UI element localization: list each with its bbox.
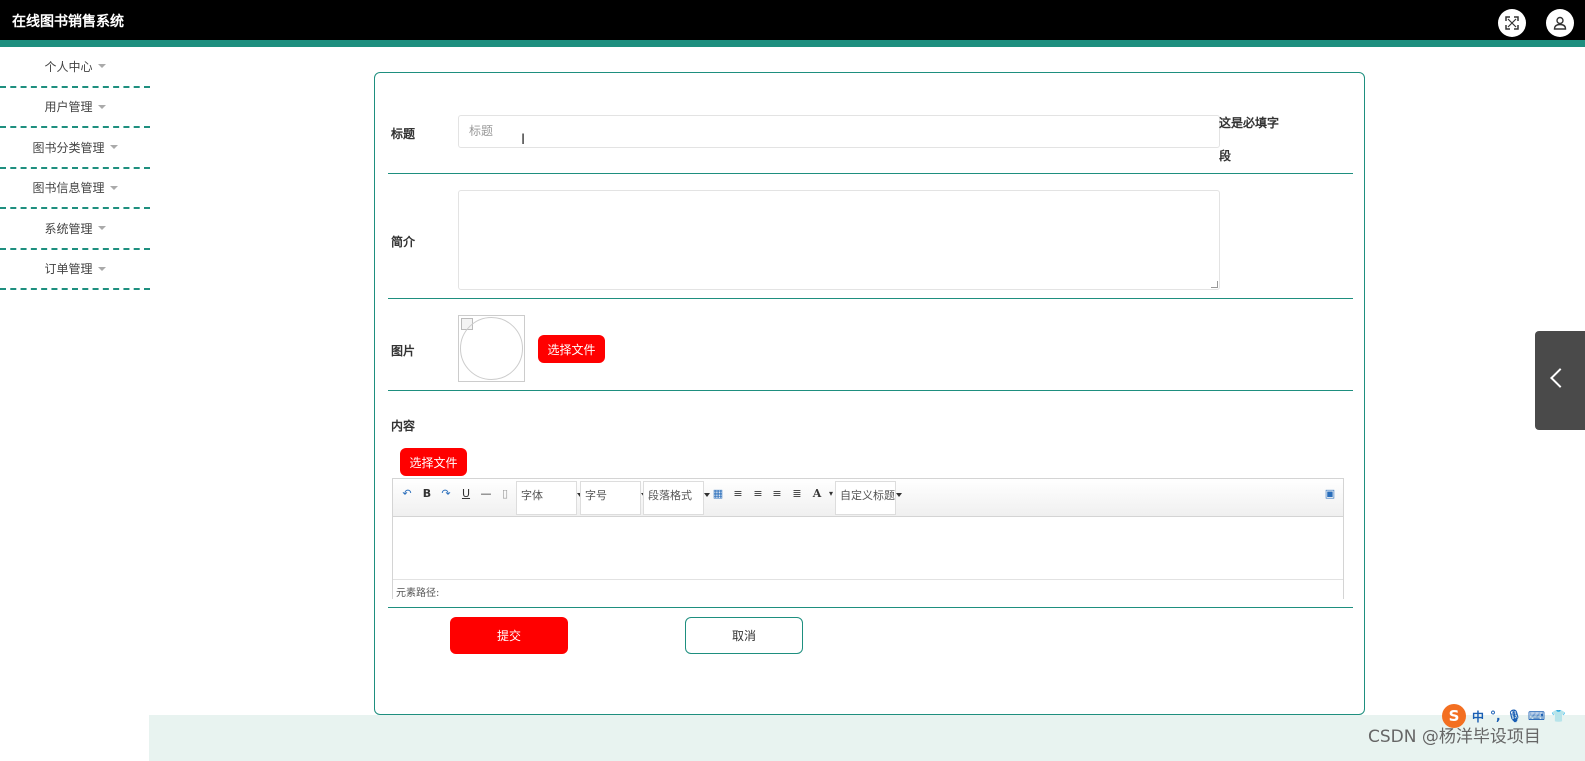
sidebar-item-book-category-management[interactable]: 图书分类管理 [0,128,150,169]
submit-button[interactable]: 提交 [450,617,568,654]
sidebar-item-label: 订单管理 [44,262,93,277]
image-choose-file-button[interactable]: 选择文件 [538,335,605,363]
table-icon[interactable]: ▦ [710,485,726,501]
caret-down-icon [97,266,106,271]
user-icon [1553,16,1567,30]
user-button[interactable] [1546,9,1574,37]
caret-down-icon [97,226,106,231]
sidebar-item-order-management[interactable]: 订单管理 [0,250,150,290]
content-choose-file-button[interactable]: 选择文件 [400,448,467,476]
font-size-select-value: 字号 [585,489,607,502]
redo-icon[interactable]: ↷ [438,485,454,501]
bold-icon[interactable]: B [419,485,435,501]
sidebar-item-book-info-management[interactable]: 图书信息管理 [0,169,150,209]
custom-heading-select[interactable]: 自定义标题 [835,481,902,515]
intro-textarea[interactable] [458,190,1220,290]
skin-icon[interactable]: 👕 [1551,709,1566,723]
top-navbar: 在线图书销售系统 [0,0,1585,40]
align-right-icon[interactable]: ≡ [750,485,766,501]
sidebar-item-user-management[interactable]: 用户管理 [0,88,150,128]
sidebar-item-label: 系统管理 [44,221,93,236]
required-field-note: 这是必填字段 [1219,116,1280,163]
undo-icon[interactable]: ↶ [399,485,415,501]
sidebar-item-label: 图书分类管理 [32,140,105,155]
preview-icon[interactable]: ▣ [1322,485,1338,501]
sidebar-item-personal-center[interactable]: 个人中心 [0,47,150,88]
app-title: 在线图书销售系统 [12,14,124,30]
underline-icon[interactable]: U [458,485,474,501]
caret-down-icon [109,185,118,190]
sidebar-item-system-management[interactable]: 系统管理 [0,209,150,250]
editor-content-area[interactable] [393,518,1343,579]
align-center-icon[interactable]: ≡ [769,485,785,501]
caret-down-icon [97,104,106,109]
microphone-icon[interactable]: 🎙 [1507,709,1522,723]
chevron-left-icon [1550,368,1570,388]
news-form: 标题 标题 I 这是必填字段 简介 图片 选择文件 内容 选择文件 ↶ B ↷ … [374,72,1365,715]
punctuation-icon[interactable]: °, [1490,709,1501,723]
rich-text-editor: ↶ B ↷ U — ▯ 字体 字号 段落格式 ▦ ≡ ≡ ≡ ≣ A ▾ 自定义… [392,478,1344,599]
chevron-down-icon [896,493,902,497]
keyboard-icon[interactable]: ⌨ [1528,709,1545,723]
align-left-icon[interactable]: ≡ [730,485,746,501]
fullscreen-icon [1505,16,1519,30]
font-family-select-value: 字体 [521,489,543,502]
title-input[interactable]: 标题 [458,115,1220,148]
image-preview [458,315,525,382]
csdn-watermark: CSDN @杨洋毕设项目 [1368,727,1541,747]
element-path: 元素路径: [393,579,1343,599]
horizontal-rule-icon[interactable]: — [478,485,494,501]
caret-down-icon [97,64,106,69]
align-justify-icon[interactable]: ≣ [789,485,805,501]
custom-heading-select-value: 自定义标题 [840,489,895,502]
accent-bar [0,40,1585,47]
intro-label: 简介 [391,235,416,249]
font-size-select[interactable]: 字号 [580,481,647,515]
sidebar-item-label: 图书信息管理 [32,181,105,196]
sidebar: 个人中心 用户管理 图书分类管理 图书信息管理 系统管理 订单管理 [0,47,150,290]
sidebar-item-label: 用户管理 [44,100,93,115]
divider [388,298,1353,299]
side-panel-toggle[interactable] [1535,331,1585,430]
divider [388,390,1353,391]
divider [388,173,1353,174]
image-placeholder-circle [460,317,523,380]
paragraph-format-select[interactable]: 段落格式 [643,481,710,515]
text-cursor-icon: I [521,132,526,148]
fullscreen-button[interactable] [1498,9,1526,37]
font-family-select[interactable]: 字体 [516,481,583,515]
content-label: 内容 [391,419,416,433]
title-label: 标题 [391,127,416,141]
image-label: 图片 [391,344,416,358]
sidebar-item-label: 个人中心 [44,59,93,74]
page-icon[interactable]: ▯ [497,485,513,501]
divider [388,607,1353,608]
paragraph-format-select-value: 段落格式 [648,489,692,502]
editor-toolbar: ↶ B ↷ U — ▯ 字体 字号 段落格式 ▦ ≡ ≡ ≡ ≣ A ▾ 自定义… [393,479,1343,517]
caret-down-icon [109,145,118,150]
resize-handle-icon[interactable] [1211,281,1218,288]
cancel-button[interactable]: 取消 [685,617,803,654]
